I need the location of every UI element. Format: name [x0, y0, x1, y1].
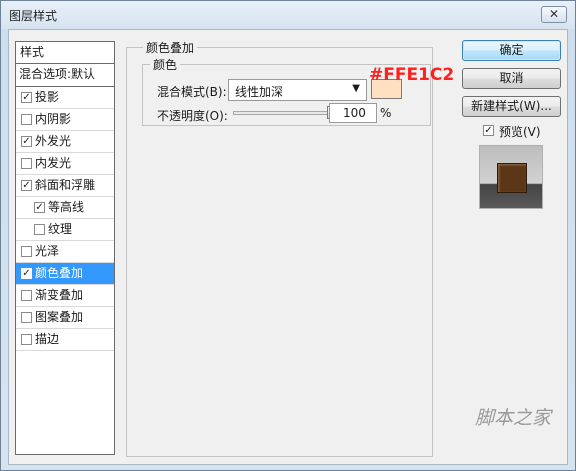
style-item-label: 内发光	[35, 156, 72, 170]
new-style-button[interactable]: 新建样式(W)...	[462, 96, 561, 117]
style-item-contour[interactable]: ✓ 等高线	[16, 197, 114, 219]
style-item-label: 纹理	[48, 222, 73, 236]
style-item-stroke[interactable]: 描边	[16, 329, 114, 351]
style-checkbox[interactable]	[21, 334, 32, 345]
style-checkbox[interactable]	[34, 224, 45, 235]
style-item-label: 外发光	[35, 134, 72, 148]
color-overlay-title: 颜色叠加	[143, 39, 198, 56]
style-item-color-overlay[interactable]: ✓ 颜色叠加	[16, 263, 114, 285]
style-item-satin[interactable]: 光泽	[16, 241, 114, 263]
style-item-label: 投影	[35, 90, 60, 104]
style-checkbox[interactable]: ✓	[21, 180, 32, 191]
style-item-label: 图案叠加	[35, 310, 84, 324]
watermark: 脚本之家	[475, 407, 552, 429]
ok-button[interactable]: 确定	[462, 40, 561, 61]
style-item-inner-glow[interactable]: 内发光	[16, 153, 114, 175]
style-checkbox[interactable]	[21, 290, 32, 301]
close-button[interactable]: ✕	[541, 6, 567, 23]
style-item-label: 斜面和浮雕	[35, 178, 96, 192]
styles-header[interactable]: 样式	[16, 42, 114, 64]
style-preview-thumbnail	[479, 145, 543, 209]
close-icon: ✕	[548, 7, 560, 21]
dialog-body: 样式 混合选项:默认 ✓ 投影 内阴影 ✓ 外发光 内发光 ✓ 斜面和浮雕 ✓ 等高线 纹理 光泽 ✓ 颜…	[8, 29, 568, 465]
opacity-label: 不透明度(O):	[157, 109, 228, 123]
preview-swatch	[497, 163, 527, 193]
style-checkbox[interactable]: ✓	[21, 136, 32, 147]
style-item-label: 颜色叠加	[35, 266, 84, 280]
style-item-gradient-overlay[interactable]: 渐变叠加	[16, 285, 114, 307]
dialog-title: 图层样式	[9, 9, 58, 23]
style-item-pattern-overlay[interactable]: 图案叠加	[16, 307, 114, 329]
style-item-inner-shadow[interactable]: 内阴影	[16, 109, 114, 131]
preview-label: 预览(V)	[499, 125, 541, 139]
style-checkbox[interactable]	[21, 158, 32, 169]
blend-mode-select[interactable]: 线性加深 ▼	[228, 79, 367, 101]
preview-toggle[interactable]: ✓ 预览(V)	[483, 123, 553, 139]
style-checkbox[interactable]: ✓	[21, 92, 32, 103]
blending-options-item[interactable]: 混合选项:默认	[16, 64, 114, 87]
style-checkbox[interactable]	[21, 312, 32, 323]
cancel-button[interactable]: 取消	[462, 68, 561, 89]
style-checkbox[interactable]: ✓	[21, 268, 32, 279]
title-bar[interactable]: 图层样式 ✕	[1, 1, 575, 29]
opacity-unit: %	[380, 106, 392, 120]
style-item-label: 内阴影	[35, 112, 72, 126]
opacity-value: 100	[343, 106, 366, 120]
dropdown-arrow-icon: ▼	[352, 83, 360, 94]
layer-style-dialog: 图层样式 ✕ 样式 混合选项:默认 ✓ 投影 内阴影 ✓ 外发光 内发光 ✓ 斜面和浮雕 ✓ 等高…	[0, 0, 576, 471]
blend-mode-value: 线性加深	[235, 85, 284, 99]
hex-annotation: #FFE1C2	[369, 65, 455, 85]
style-item-outer-glow[interactable]: ✓ 外发光	[16, 131, 114, 153]
blend-mode-label: 混合模式(B):	[157, 85, 227, 99]
style-item-label: 等高线	[48, 200, 85, 214]
style-item-label: 光泽	[35, 244, 60, 258]
opacity-slider-track[interactable]	[233, 111, 331, 115]
color-subgroup-title: 颜色	[150, 56, 181, 73]
style-checkbox[interactable]	[21, 114, 32, 125]
styles-panel: 样式 混合选项:默认 ✓ 投影 内阴影 ✓ 外发光 内发光 ✓ 斜面和浮雕 ✓ 等高线 纹理 光泽 ✓ 颜…	[15, 41, 115, 455]
style-item-label: 描边	[35, 332, 60, 346]
style-checkbox[interactable]	[21, 246, 32, 257]
style-item-texture[interactable]: 纹理	[16, 219, 114, 241]
style-item-bevel-emboss[interactable]: ✓ 斜面和浮雕	[16, 175, 114, 197]
style-item-label: 渐变叠加	[35, 288, 84, 302]
opacity-input[interactable]: 100	[329, 103, 377, 123]
style-checkbox[interactable]: ✓	[34, 202, 45, 213]
preview-checkbox[interactable]: ✓	[483, 125, 494, 136]
style-item-drop-shadow[interactable]: ✓ 投影	[16, 87, 114, 109]
